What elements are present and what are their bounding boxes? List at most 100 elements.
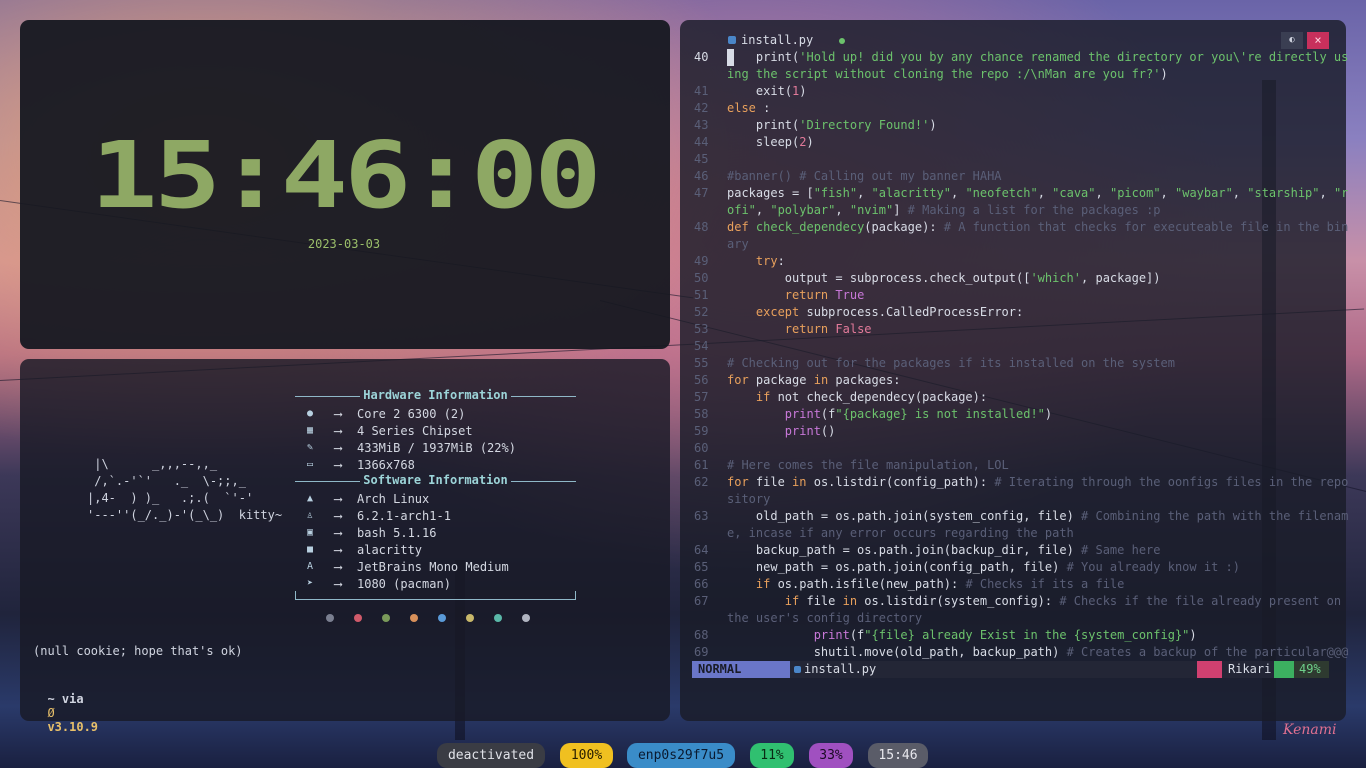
memory-status[interactable]: 33%: [809, 743, 853, 768]
info-value: 433MiB / 1937MiB (22%): [357, 440, 516, 455]
text-cursor: [727, 49, 734, 66]
code-line: ary: [727, 237, 749, 251]
info-value: 6.2.1-arch1-1: [357, 508, 451, 523]
arrow-icon: ⟶: [334, 491, 342, 506]
arrow-icon: ⟶: [334, 406, 342, 421]
info-value: Core 2 6300 (2): [357, 406, 466, 421]
code-line: 60: [694, 441, 709, 455]
code-line: 67 if file in os.listdir(system_config):…: [694, 594, 1342, 608]
info-value: 4 Series Chipset: [357, 423, 473, 438]
python-file-icon: [728, 36, 736, 44]
arrow-icon: ⟶: [334, 508, 342, 523]
font-icon: A: [306, 561, 314, 572]
code-line: 44 sleep(2): [694, 135, 814, 149]
info-row: ➤ ⟶ 1080 (pacman): [303, 575, 451, 592]
code-line: e, incase if any error occurs regarding …: [727, 526, 1074, 540]
color-palette: [326, 614, 530, 622]
arrow-icon: ⟶: [334, 559, 342, 574]
info-row: ▭ ⟶ 1366x768: [303, 456, 415, 473]
arrow-icon: ⟶: [334, 423, 342, 438]
code-line: 65 new_path = os.path.join(config_path, …: [694, 560, 1240, 574]
arrow-icon: ⟶: [334, 542, 342, 557]
code-line: 41 exit(1): [694, 84, 807, 98]
python-version: v3.10.9: [47, 720, 99, 734]
arrow-icon: ⟶: [334, 576, 342, 591]
network-status[interactable]: enp0s29f7u5: [627, 743, 735, 768]
arch-icon: ▲: [306, 493, 314, 504]
code-line: 48 def check_dependecy(package): # A func…: [694, 220, 1349, 234]
palette-dot: [522, 614, 530, 622]
clock-time: 15:46:00: [90, 122, 601, 230]
status-percent: 49%: [1274, 661, 1329, 678]
prompt-prefix: ~ via: [47, 692, 84, 706]
code-line: 63 old_path = os.path.join(system_config…: [694, 509, 1349, 523]
package-icon: ➤: [306, 578, 314, 589]
cpu-status[interactable]: 11%: [750, 743, 794, 768]
clock-date: 2023-03-03: [307, 237, 381, 251]
info-row: ▣ ⟶ bash 5.1.16: [303, 524, 437, 541]
shell-icon: ▣: [306, 527, 314, 538]
display-icon: ▭: [306, 459, 314, 470]
code-line: 43 print('Directory Found!'): [694, 118, 937, 132]
code-line: 57 if not check_dependecy(package):: [694, 390, 988, 404]
info-value: alacritty: [357, 542, 423, 557]
arrow-icon: ⟶: [334, 440, 342, 455]
palette-dot: [354, 614, 362, 622]
code-line: ing the script without cloning the repo …: [727, 67, 1168, 81]
code-line: ofi", "polybar", "nvim"] # Making a list…: [727, 203, 1161, 217]
status-filename: install.py: [804, 662, 877, 676]
code-line: 62 for file in os.listdir(config_path): #…: [694, 475, 1349, 489]
artist-signature: Kenami: [1283, 722, 1337, 738]
mode-indicator: NORMAL: [692, 661, 790, 678]
code-line: 61 # Here comes the file manipulation, LO…: [694, 458, 1009, 472]
kernel-icon: ♙: [306, 510, 314, 521]
modified-indicator-icon: [839, 38, 845, 44]
cpu-icon: ●: [306, 408, 314, 419]
code-line: sitory: [727, 492, 771, 506]
close-button[interactable]: ×: [1307, 32, 1329, 49]
code-line: 51 return True: [694, 288, 865, 302]
toggle-button[interactable]: ◐: [1281, 32, 1303, 49]
folder-icon: [1197, 661, 1222, 678]
user-label: Rikari: [1228, 662, 1272, 676]
code-line: 56 for package in packages:: [694, 373, 901, 387]
info-value: bash 5.1.16: [357, 525, 437, 540]
memory-icon: ✎: [306, 442, 314, 453]
info-row: ♙ ⟶ 6.2.1-arch1-1: [303, 507, 451, 524]
palette-dot: [326, 614, 334, 622]
code-line: 69 shutil.move(old_path, backup_path) # …: [694, 645, 1349, 659]
clock-status[interactable]: 15:46: [868, 743, 928, 768]
shell-prompt[interactable]: ~ via Ø v3.10.9: [33, 678, 98, 734]
lines-icon: [1274, 661, 1294, 678]
battery-status[interactable]: 100%: [560, 743, 613, 768]
palette-dot: [466, 614, 474, 622]
python-file-icon: [794, 666, 801, 673]
info-value: 1366x768: [357, 457, 415, 472]
code-line: 64 backup_path = os.path.join(backup_dir…: [694, 543, 1161, 557]
code-line: 66 if os.path.isfile(new_path): # Checks…: [694, 577, 1125, 591]
info-value: Arch Linux: [357, 491, 430, 506]
info-row: ▲ ⟶ Arch Linux: [303, 490, 429, 507]
software-info-title: Software Information: [295, 473, 576, 489]
palette-dot: [410, 614, 418, 622]
percent-label: 49%: [1299, 662, 1321, 676]
palette-dot: [494, 614, 502, 622]
editor-statusline: NORMAL install.py Rikari 49%: [692, 661, 1329, 678]
code-view[interactable]: 40 print('Hold up! did you by any chance…: [694, 49, 1349, 661]
tab-install-py[interactable]: install.py: [741, 33, 813, 47]
hardware-info-title: Hardware Information: [295, 388, 576, 404]
chipset-icon: ▦: [306, 425, 314, 436]
status-user: Rikari: [1197, 661, 1277, 678]
arrow-icon: ⟶: [334, 525, 342, 540]
code-line: 40 print('Hold up! did you by any chance…: [694, 49, 1349, 66]
palette-dot: [382, 614, 390, 622]
info-row: ■ ⟶ alacritty: [303, 541, 422, 558]
info-row: ✎ ⟶ 433MiB / 1937MiB (22%): [303, 439, 516, 456]
code-line: 50 output = subprocess.check_output(['wh…: [694, 271, 1161, 285]
code-line: 52 except subprocess.CalledProcessError:: [694, 305, 1024, 319]
info-value: JetBrains Mono Medium: [357, 559, 509, 574]
code-line: 42 else :: [694, 101, 771, 115]
arrow-icon: ⟶: [334, 457, 342, 472]
idle-inhibitor-status[interactable]: deactivated: [437, 743, 545, 768]
ascii-cat-art: |\ _,,,--,,_ /,`.-'`' ._ \-;;,_ |,4- ) )…: [87, 457, 283, 522]
